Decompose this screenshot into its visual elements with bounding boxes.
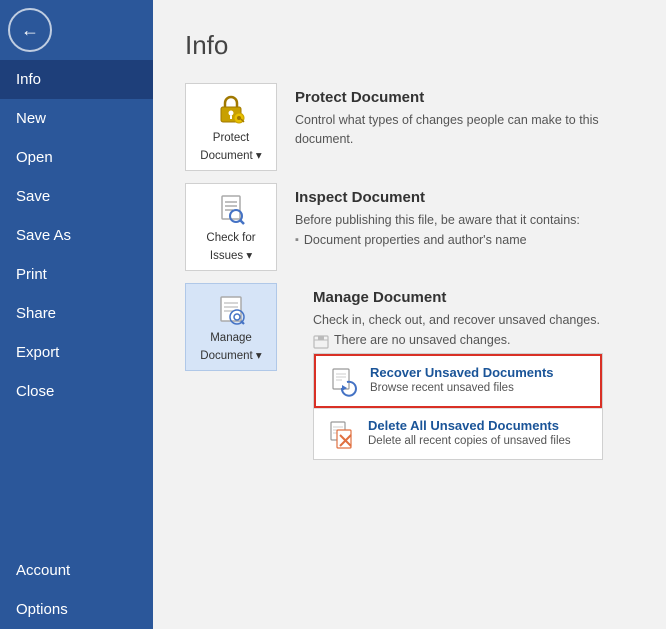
manage-icon — [213, 292, 249, 328]
back-icon: ← — [21, 20, 39, 41]
dropdown-popup: Recover Unsaved Documents Browse recent … — [313, 353, 603, 460]
protect-btn-label: Protect — [213, 132, 249, 144]
sidebar-item-save[interactable]: Save — [0, 177, 153, 216]
sidebar-item-save-as[interactable]: Save As — [0, 216, 153, 255]
protect-desc: Control what types of changes people can… — [295, 111, 634, 149]
recover-text: Recover Unsaved Documents Browse recent … — [370, 365, 554, 394]
protect-text: Protect Document Control what types of c… — [295, 83, 634, 149]
delete-unsaved-button[interactable]: Delete All Unsaved Documents Delete all … — [314, 409, 602, 459]
inspect-title: Inspect Document — [295, 189, 580, 206]
sidebar-item-print[interactable]: Print — [0, 255, 153, 294]
sidebar-item-account[interactable]: Account — [0, 551, 153, 590]
back-button[interactable]: ← — [8, 8, 52, 52]
unsaved-icon — [313, 335, 329, 349]
sidebar-item-close[interactable]: Close — [0, 372, 153, 411]
manage-btn-label2: Document ▾ — [200, 348, 261, 362]
sidebar-item-export[interactable]: Export — [0, 333, 153, 372]
manage-sub: There are no unsaved changes. — [313, 333, 634, 349]
sidebar-item-new[interactable]: New — [0, 99, 153, 138]
recover-icon — [328, 365, 360, 397]
delete-text: Delete All Unsaved Documents Delete all … — [368, 418, 571, 447]
sidebar-item-options[interactable]: Options — [0, 590, 153, 629]
inspect-bullet-text: Document properties and author's name — [304, 233, 527, 247]
delete-title: Delete All Unsaved Documents — [368, 418, 571, 433]
inspect-desc: Before publishing this file, be aware th… — [295, 211, 580, 230]
sidebar-item-share[interactable]: Share — [0, 294, 153, 333]
sidebar-item-open[interactable]: Open — [0, 138, 153, 177]
sidebar-item-info[interactable]: Info — [0, 60, 153, 99]
protect-title: Protect Document — [295, 89, 634, 106]
bullet-icon: ▪ — [295, 234, 299, 246]
manage-document-button[interactable]: Manage Document ▾ — [185, 283, 277, 371]
manage-text: Manage Document Check in, check out, and… — [295, 283, 634, 349]
inspect-section: Check for Issues ▾ Inspect Document Befo… — [185, 183, 634, 271]
delete-desc: Delete all recent copies of unsaved file… — [368, 435, 571, 447]
delete-icon — [326, 418, 358, 450]
recover-title: Recover Unsaved Documents — [370, 365, 554, 380]
manage-sub-text: There are no unsaved changes. — [334, 333, 511, 347]
protect-icon — [213, 92, 249, 128]
manage-right: Manage Document Check in, check out, and… — [295, 283, 634, 460]
sidebar-nav: Info New Open Save Save As Print Share E… — [0, 60, 153, 629]
recover-desc: Browse recent unsaved files — [370, 382, 554, 394]
inspect-btn-label2: Issues ▾ — [210, 248, 252, 262]
protect-document-button[interactable]: Protect Document ▾ — [185, 83, 277, 171]
recover-unsaved-button[interactable]: Recover Unsaved Documents Browse recent … — [314, 354, 602, 408]
manage-desc: Check in, check out, and recover unsaved… — [313, 311, 634, 330]
inspect-btn-label: Check for — [206, 232, 255, 244]
inspect-icon — [213, 192, 249, 228]
inspect-bullet: ▪ Document properties and author's name — [295, 233, 580, 247]
manage-title: Manage Document — [313, 289, 634, 306]
main-content: Info Protect Document ▾ Protect Document… — [153, 0, 666, 629]
sidebar-spacer — [0, 411, 153, 551]
check-issues-button[interactable]: Check for Issues ▾ — [185, 183, 277, 271]
page-title: Info — [185, 30, 634, 61]
inspect-text: Inspect Document Before publishing this … — [295, 183, 580, 247]
manage-wrapper: Manage Document ▾ Manage Document Check … — [185, 283, 634, 460]
protect-section: Protect Document ▾ Protect Document Cont… — [185, 83, 634, 171]
manage-btn-label: Manage — [210, 332, 252, 344]
protect-btn-label2: Document ▾ — [200, 148, 261, 162]
sidebar: ← Info New Open Save Save As Print Share… — [0, 0, 153, 629]
